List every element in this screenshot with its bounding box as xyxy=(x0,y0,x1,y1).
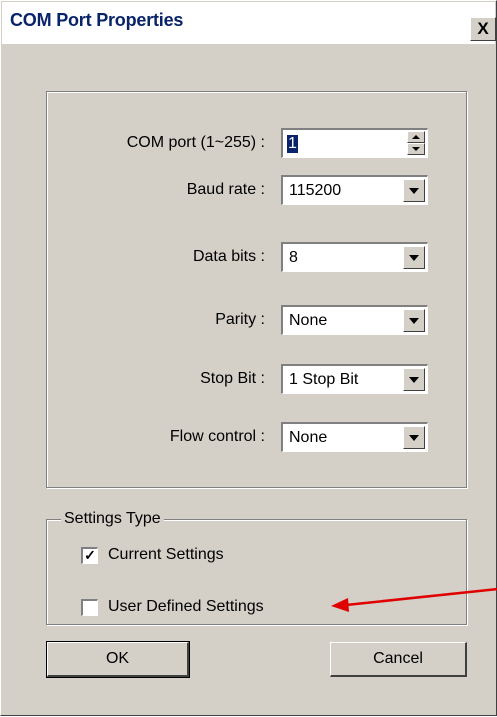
com-port-properties-dialog: COM Port Properties X COM port (1~255) :… xyxy=(0,0,497,716)
red-arrow-annotation xyxy=(331,587,497,612)
